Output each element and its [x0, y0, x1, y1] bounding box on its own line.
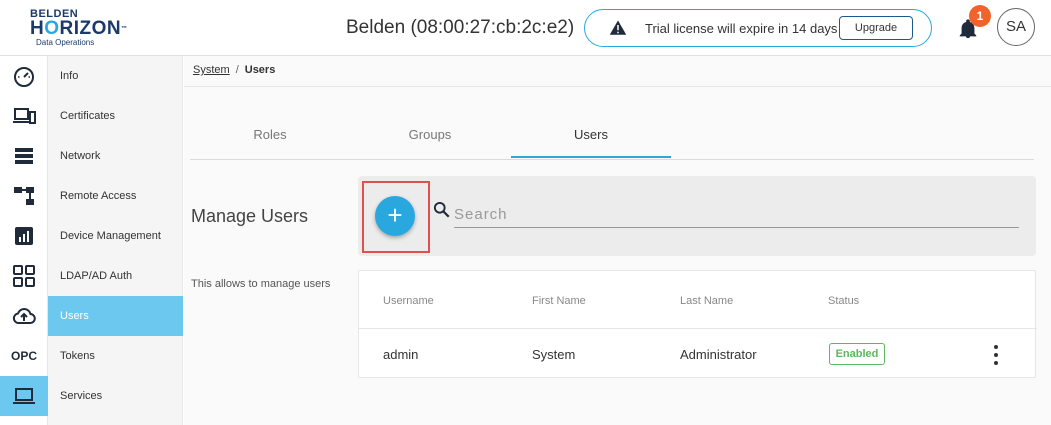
logo-line-2: HORIZON™	[30, 18, 127, 39]
tab-users[interactable]: Users	[511, 118, 671, 158]
logo-line-2o: O	[44, 18, 60, 39]
submenu-item-device-management[interactable]: Device Management	[48, 216, 183, 256]
cell-last-name: Administrator	[680, 347, 757, 362]
logo-line-3: Data Operations	[36, 38, 95, 47]
upgrade-button[interactable]: Upgrade	[839, 16, 913, 40]
submenu-item-tokens[interactable]: Tokens	[48, 336, 183, 376]
apps-grid-icon	[13, 265, 35, 287]
logo-line-2a: H	[30, 18, 45, 39]
dashboard-gauge-icon	[14, 67, 34, 87]
search-icon	[433, 201, 450, 218]
breadcrumb: System / Users	[193, 64, 275, 76]
system-submenu: Info Certificates Network Remote Access …	[48, 56, 183, 425]
opc-icon: OPC	[10, 349, 37, 363]
belden-horizon-logo[interactable]: BELDEN HORIZON™ Data Operations	[30, 9, 127, 49]
breadcrumb-system-link[interactable]: System	[193, 64, 230, 76]
breadcrumb-current: Users	[244, 64, 276, 76]
breadcrumb-divider	[184, 86, 1051, 87]
icon-rail: OPC	[0, 56, 48, 425]
devices-icon	[13, 108, 36, 124]
page-title: Manage Users	[191, 206, 309, 226]
column-header-first-name[interactable]: First Name	[532, 295, 586, 307]
submenu-item-users[interactable]: Users	[48, 296, 183, 336]
tab-bar: Roles Groups Users	[190, 118, 1034, 160]
main-content: System / Users Roles Groups Users Manage U…	[184, 56, 1051, 425]
submenu-item-ldap-ad-auth[interactable]: LDAP/AD Auth	[48, 256, 183, 296]
kebab-dot-icon	[994, 353, 998, 357]
user-avatar[interactable]: SA	[997, 8, 1035, 46]
logo-line-2b: RIZON	[59, 18, 122, 39]
column-header-status[interactable]: Status	[828, 295, 859, 307]
laptop-icon	[13, 388, 35, 404]
users-table: Username First Name Last Name Status adm…	[358, 270, 1037, 378]
column-header-username[interactable]: Username	[383, 295, 434, 307]
rail-item-opc[interactable]: OPC	[0, 336, 48, 376]
rail-item-apps[interactable]	[0, 256, 48, 296]
row-actions-kebab-icon[interactable]	[989, 345, 1003, 365]
notification-count-badge[interactable]: 1	[969, 5, 991, 27]
license-text: Trial license will expire in 14 days	[645, 21, 838, 36]
license-banner: Trial license will expire in 14 days Upg…	[584, 9, 932, 47]
tab-groups[interactable]: Groups	[350, 118, 510, 158]
rail-item-list[interactable]	[0, 136, 48, 176]
list-icon	[15, 148, 33, 164]
rail-item-devices[interactable]	[0, 96, 48, 136]
rail-item-chart[interactable]	[0, 216, 48, 256]
top-header: BELDEN HORIZON™ Data Operations Belden (…	[0, 0, 1051, 56]
rail-item-dashboard[interactable]	[0, 56, 48, 96]
kebab-dot-icon	[994, 361, 998, 365]
rail-item-system[interactable]	[0, 376, 48, 416]
cell-first-name: System	[532, 347, 576, 362]
cell-username: admin	[383, 347, 419, 362]
table-header-divider	[359, 328, 1037, 329]
logo-trademark: ™	[121, 26, 128, 32]
topology-icon	[14, 187, 34, 205]
status-badge: Enabled	[829, 343, 885, 365]
tab-roles[interactable]: Roles	[190, 118, 350, 158]
submenu-item-network[interactable]: Network	[48, 136, 183, 176]
device-title: Belden (08:00:27:cb:2c:e2)	[346, 17, 575, 38]
breadcrumb-separator: /	[235, 64, 239, 76]
page-description: This allows to manage users	[191, 278, 331, 290]
submenu-item-info[interactable]: Info	[48, 56, 183, 96]
warning-icon	[609, 20, 627, 35]
rail-item-cloud[interactable]	[0, 296, 48, 336]
submenu-item-certificates[interactable]: Certificates	[48, 96, 183, 136]
submenu-item-remote-access[interactable]: Remote Access	[48, 176, 183, 216]
column-header-last-name[interactable]: Last Name	[680, 295, 733, 307]
chart-icon	[15, 227, 33, 245]
submenu-item-services[interactable]: Services	[48, 376, 183, 416]
kebab-dot-icon	[994, 345, 998, 349]
rail-item-topology[interactable]	[0, 176, 48, 216]
search-input[interactable]	[454, 202, 1019, 228]
add-user-button[interactable]: +	[375, 196, 415, 236]
cloud-upload-icon	[12, 308, 36, 324]
